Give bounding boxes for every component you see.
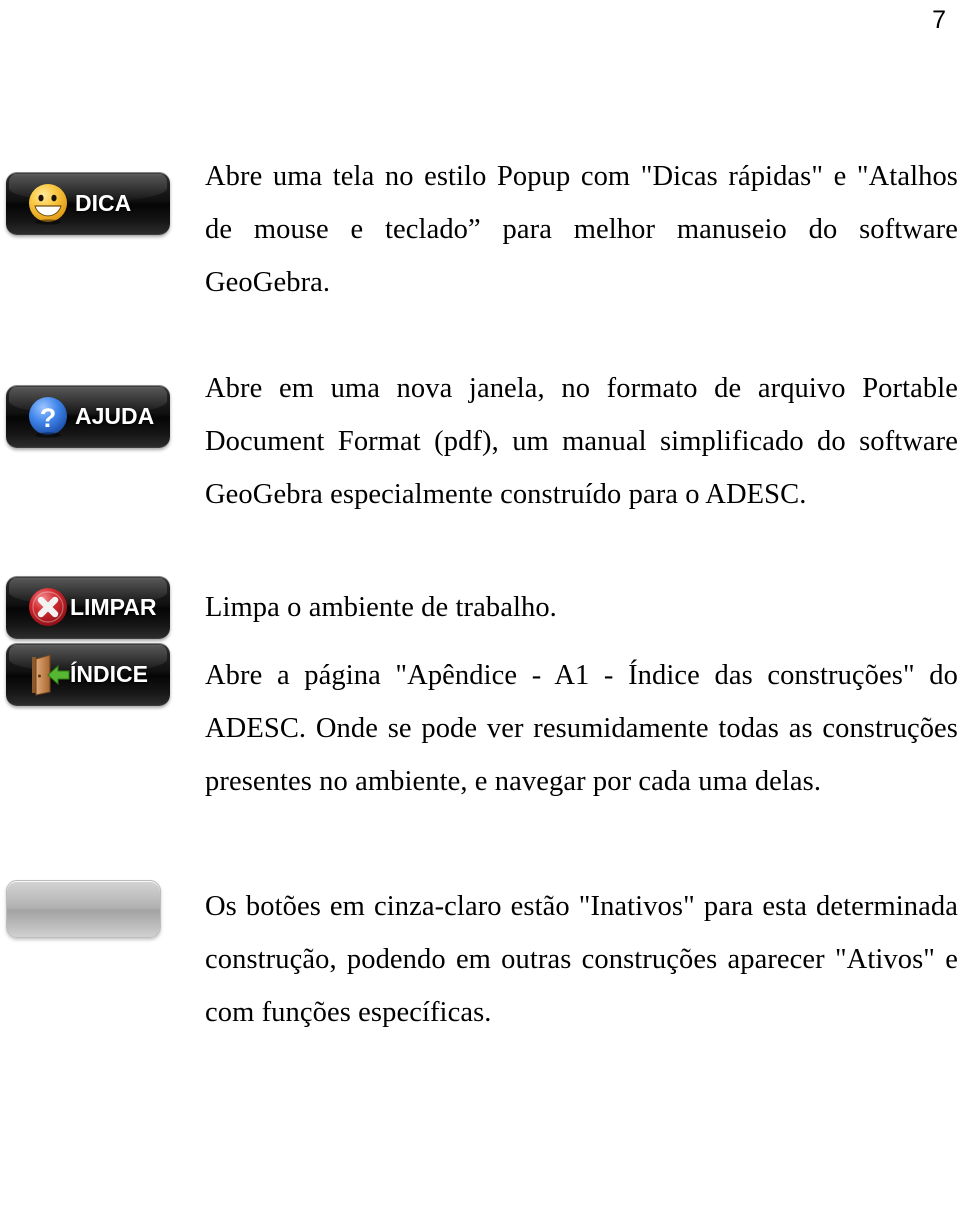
button-slot-dica: DICA: [6, 172, 176, 235]
ajuda-button-label: AJUDA: [75, 403, 155, 429]
indice-button-label: ÍNDICE: [70, 661, 148, 687]
button-slot-ajuda: ? AJUDA: [6, 385, 176, 448]
dica-button[interactable]: DICA: [6, 172, 170, 235]
entry-limpar: LIMPAR Limpa o ambiente de trabalho.: [0, 576, 960, 639]
question-mark-circle-icon: ?: [24, 393, 72, 441]
exit-door-green-arrow-icon: [24, 651, 72, 699]
limpar-button-label: LIMPAR: [70, 594, 157, 620]
button-slot-limpar: LIMPAR: [6, 576, 176, 639]
limpar-button[interactable]: LIMPAR: [6, 576, 170, 639]
indice-button[interactable]: ÍNDICE: [6, 643, 170, 706]
entry-ajuda: ? AJUDA Abre em uma nova janela, no form…: [0, 362, 960, 521]
inactive-button[interactable]: [6, 880, 161, 938]
page-number: 7: [932, 6, 946, 34]
entry-text-limpar: Limpa o ambiente de trabalho.: [205, 592, 557, 623]
entry-text-inativo: Os botões em cinza-claro estão "Inativos…: [205, 891, 958, 1028]
ajuda-button[interactable]: ? AJUDA: [6, 385, 170, 448]
entry-text-ajuda: Abre em uma nova janela, no formato de a…: [205, 373, 958, 510]
button-slot-inativo: [6, 880, 176, 938]
svg-text:?: ?: [40, 403, 57, 433]
entry-inativo: Os botões em cinza-claro estão "Inativos…: [0, 880, 960, 1039]
dica-button-label: DICA: [75, 190, 132, 216]
entry-indice: ÍNDICE Abre a página "Apêndice - A1 - Ín…: [0, 643, 960, 808]
smiley-face-icon: [24, 180, 72, 228]
page-content: DICA Abre uma tela no estilo Popup com "…: [0, 150, 960, 1039]
entry-text-dica: Abre uma tela no estilo Popup com "Dicas…: [205, 161, 958, 298]
button-slot-indice: ÍNDICE: [6, 643, 176, 706]
entry-text-indice: Abre a página "Apêndice - A1 - Índice da…: [205, 660, 958, 797]
red-x-circle-icon: [24, 584, 72, 632]
entry-dica: DICA Abre uma tela no estilo Popup com "…: [0, 150, 960, 309]
